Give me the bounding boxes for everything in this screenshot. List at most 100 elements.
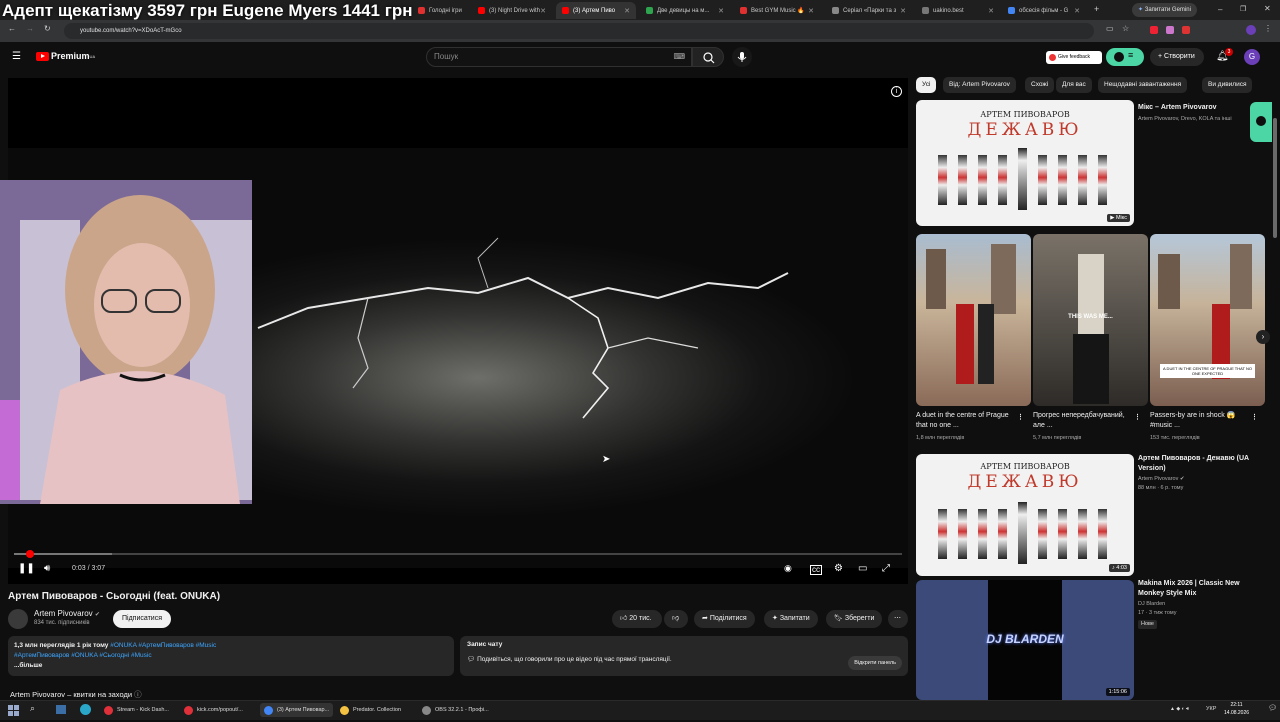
- taskbar-item[interactable]: OBS 32.2.1 - Профі...: [422, 703, 489, 717]
- save-button[interactable]: 🔖︎ Зберегти: [826, 610, 883, 628]
- browser-tab[interactable]: Best GYM Music 🔥 ✕: [734, 2, 820, 19]
- voice-search-button[interactable]: [732, 47, 752, 67]
- filter-chip[interactable]: Схожі: [1025, 77, 1055, 93]
- channel-avatar[interactable]: [8, 609, 28, 629]
- keyboard-icon[interactable]: ⌨: [673, 48, 685, 66]
- browser-tab[interactable]: Две девицы на м... ✕: [640, 2, 730, 19]
- close-tab-icon[interactable]: ✕: [718, 7, 724, 15]
- taskbar-item[interactable]: Predator. Collection: [340, 703, 401, 717]
- url-field[interactable]: youtube.com/watch?v=XDoAcT-mGco: [64, 23, 1094, 39]
- info-icon[interactable]: i: [891, 86, 902, 97]
- rec-channel[interactable]: DJ Blarden: [1138, 600, 1165, 609]
- short-thumbnail[interactable]: THIS WAS ME...: [1033, 234, 1148, 406]
- search-input[interactable]: Пошук ⌨: [426, 47, 692, 67]
- subscribe-button[interactable]: Підписатися: [113, 610, 171, 628]
- browser-tab[interactable]: Серіал «Парки та з ✕: [826, 2, 912, 19]
- browser-tab[interactable]: обсесія фільм - G ✕: [1002, 2, 1086, 19]
- system-tray-icons[interactable]: ▲ ◆ ◐ 🔊︎: [1170, 706, 1189, 712]
- page-scrollbar[interactable]: [1272, 78, 1278, 698]
- profile-icon[interactable]: [1246, 25, 1256, 35]
- open-chat-panel-button[interactable]: Відкрити панель: [848, 656, 902, 670]
- menu-dots-icon[interactable]: ⋮: [1264, 24, 1272, 33]
- scrubber-handle[interactable]: [26, 550, 34, 558]
- give-feedback-button[interactable]: Give feedback: [1046, 51, 1102, 64]
- like-button[interactable]: 👍︎ 20 тис.: [612, 610, 662, 628]
- bookmark-star-icon[interactable]: ☆: [1122, 24, 1129, 33]
- short-title[interactable]: Прогрес непередбачуваний, але ...: [1033, 411, 1133, 431]
- ask-ai-button[interactable]: ≡: [1106, 48, 1144, 66]
- youtube-logo[interactable]: Premium UA: [36, 51, 95, 61]
- short-title[interactable]: Passers-by are in shock 😱 #music ...: [1150, 411, 1250, 431]
- short-title[interactable]: A duet in the centre of Prague that no o…: [916, 411, 1016, 431]
- filter-chip[interactable]: Нещодавні завантаження: [1098, 77, 1188, 93]
- short-thumbnail[interactable]: [916, 234, 1031, 406]
- hashtags[interactable]: #АртемПивоваров #ONUKA #Сьогодні #Music: [14, 651, 448, 661]
- extension-icon[interactable]: [1150, 26, 1158, 34]
- close-tab-icon[interactable]: ✕: [988, 7, 994, 15]
- close-tab-icon[interactable]: ✕: [808, 7, 814, 15]
- filter-chip[interactable]: Для вас: [1056, 77, 1092, 93]
- chevron-right-icon[interactable]: ›: [1256, 330, 1270, 344]
- extension-icon[interactable]: [1182, 26, 1190, 34]
- taskbar-item[interactable]: (3) Артем Пивовар...: [260, 703, 334, 717]
- more-options-icon[interactable]: ⋮: [1134, 413, 1141, 423]
- info-icon[interactable]: ⓘ: [134, 690, 142, 699]
- rec-title[interactable]: Makina Mix 2026 | Classic New Monkey Sty…: [1138, 579, 1266, 599]
- taskbar-item[interactable]: kick.com/popout/...: [184, 703, 243, 717]
- theater-mode-icon[interactable]: ▭: [858, 563, 867, 574]
- scrollbar-thumb[interactable]: [1273, 118, 1277, 238]
- reload-icon[interactable]: ↻: [44, 24, 51, 33]
- edge-icon[interactable]: [80, 704, 91, 715]
- taskbar-item[interactable]: Stream - Kick Dash...: [104, 703, 169, 717]
- dislike-button[interactable]: 👎︎: [664, 610, 688, 628]
- browser-tab[interactable]: uakino.best ✕: [916, 2, 1000, 19]
- more-actions-button[interactable]: ⋯: [888, 610, 908, 628]
- forward-icon[interactable]: →: [26, 24, 34, 33]
- autoplay-toggle-icon[interactable]: ◉: [784, 563, 792, 574]
- browser-tab[interactable]: (3) Артем Пиво ✕: [556, 2, 636, 19]
- share-button[interactable]: ➦ Поділитися: [694, 610, 755, 628]
- create-button[interactable]: + Створити: [1150, 48, 1204, 66]
- hashtags[interactable]: #ONUKA #АртемПивоваров #Music: [110, 642, 216, 649]
- windows-start-icon[interactable]: [8, 704, 20, 716]
- video-thumbnail[interactable]: АРТЕМ ПИВОВАРОВ ДЕЖАВЮ ♪ 4:03: [916, 454, 1134, 576]
- fullscreen-icon[interactable]: ⤢: [882, 563, 890, 574]
- minimize-icon[interactable]: –: [1218, 5, 1222, 14]
- taskbar-clock[interactable]: 22:11 14.08.2026: [1224, 701, 1249, 717]
- description-box[interactable]: 1,3 млн переглядів 1 рік тому #ONUKA #Ар…: [8, 636, 454, 676]
- ai-side-button[interactable]: [1250, 102, 1272, 142]
- channel-name[interactable]: Artem Pivovarov ✔: [34, 609, 100, 618]
- taskbar-search-icon[interactable]: ⌕: [30, 703, 35, 714]
- close-tab-icon[interactable]: ✕: [624, 7, 630, 15]
- account-avatar[interactable]: G: [1244, 49, 1260, 65]
- video-thumbnail[interactable]: DJ BLARDEN 1:15:06: [916, 580, 1134, 700]
- close-window-icon[interactable]: ✕: [1264, 4, 1271, 13]
- rec-title[interactable]: Мікс – Artem Pivovarov: [1138, 103, 1248, 113]
- progress-bar[interactable]: [14, 550, 902, 558]
- back-icon[interactable]: ←: [8, 24, 16, 33]
- more-options-icon[interactable]: ⋮: [1017, 413, 1024, 423]
- browser-tab[interactable]: (3) Night Drive with ✕: [472, 2, 552, 19]
- extension-icon[interactable]: [1166, 26, 1174, 34]
- subtitles-icon[interactable]: cc: [810, 565, 822, 575]
- ask-button[interactable]: ✦ Запитати: [764, 610, 818, 628]
- settings-gear-icon[interactable]: ⚙: [834, 563, 843, 574]
- notification-center-icon[interactable]: 💬︎: [1268, 704, 1277, 712]
- file-explorer-icon[interactable]: [56, 705, 66, 714]
- close-tab-icon[interactable]: ✕: [900, 7, 906, 15]
- rec-title[interactable]: Артем Пивоваров - Дежавю (UA Version): [1138, 454, 1263, 474]
- filter-chip[interactable]: Ви дивилися: [1202, 77, 1253, 93]
- show-more-link[interactable]: ...більше: [14, 662, 42, 669]
- rec-channel[interactable]: Artem Pivovarov ✔: [1138, 475, 1185, 484]
- more-options-icon[interactable]: ⋮: [1251, 413, 1258, 423]
- search-button[interactable]: [692, 47, 724, 67]
- language-indicator[interactable]: УКР: [1206, 706, 1216, 712]
- close-tab-icon[interactable]: ✕: [1074, 7, 1080, 15]
- gemini-button[interactable]: ✦ Запитати Gemini: [1132, 3, 1197, 17]
- pause-button[interactable]: ❚❚: [18, 563, 35, 574]
- filter-chip[interactable]: Усі: [916, 77, 937, 93]
- mix-thumbnail[interactable]: АРТЕМ ПИВОВАРОВ ДЕЖАВЮ ▶ Мікс: [916, 100, 1134, 226]
- close-tab-icon[interactable]: ✕: [540, 7, 546, 15]
- cast-icon[interactable]: ▭: [1106, 24, 1114, 33]
- maximize-icon[interactable]: ❐: [1240, 5, 1246, 13]
